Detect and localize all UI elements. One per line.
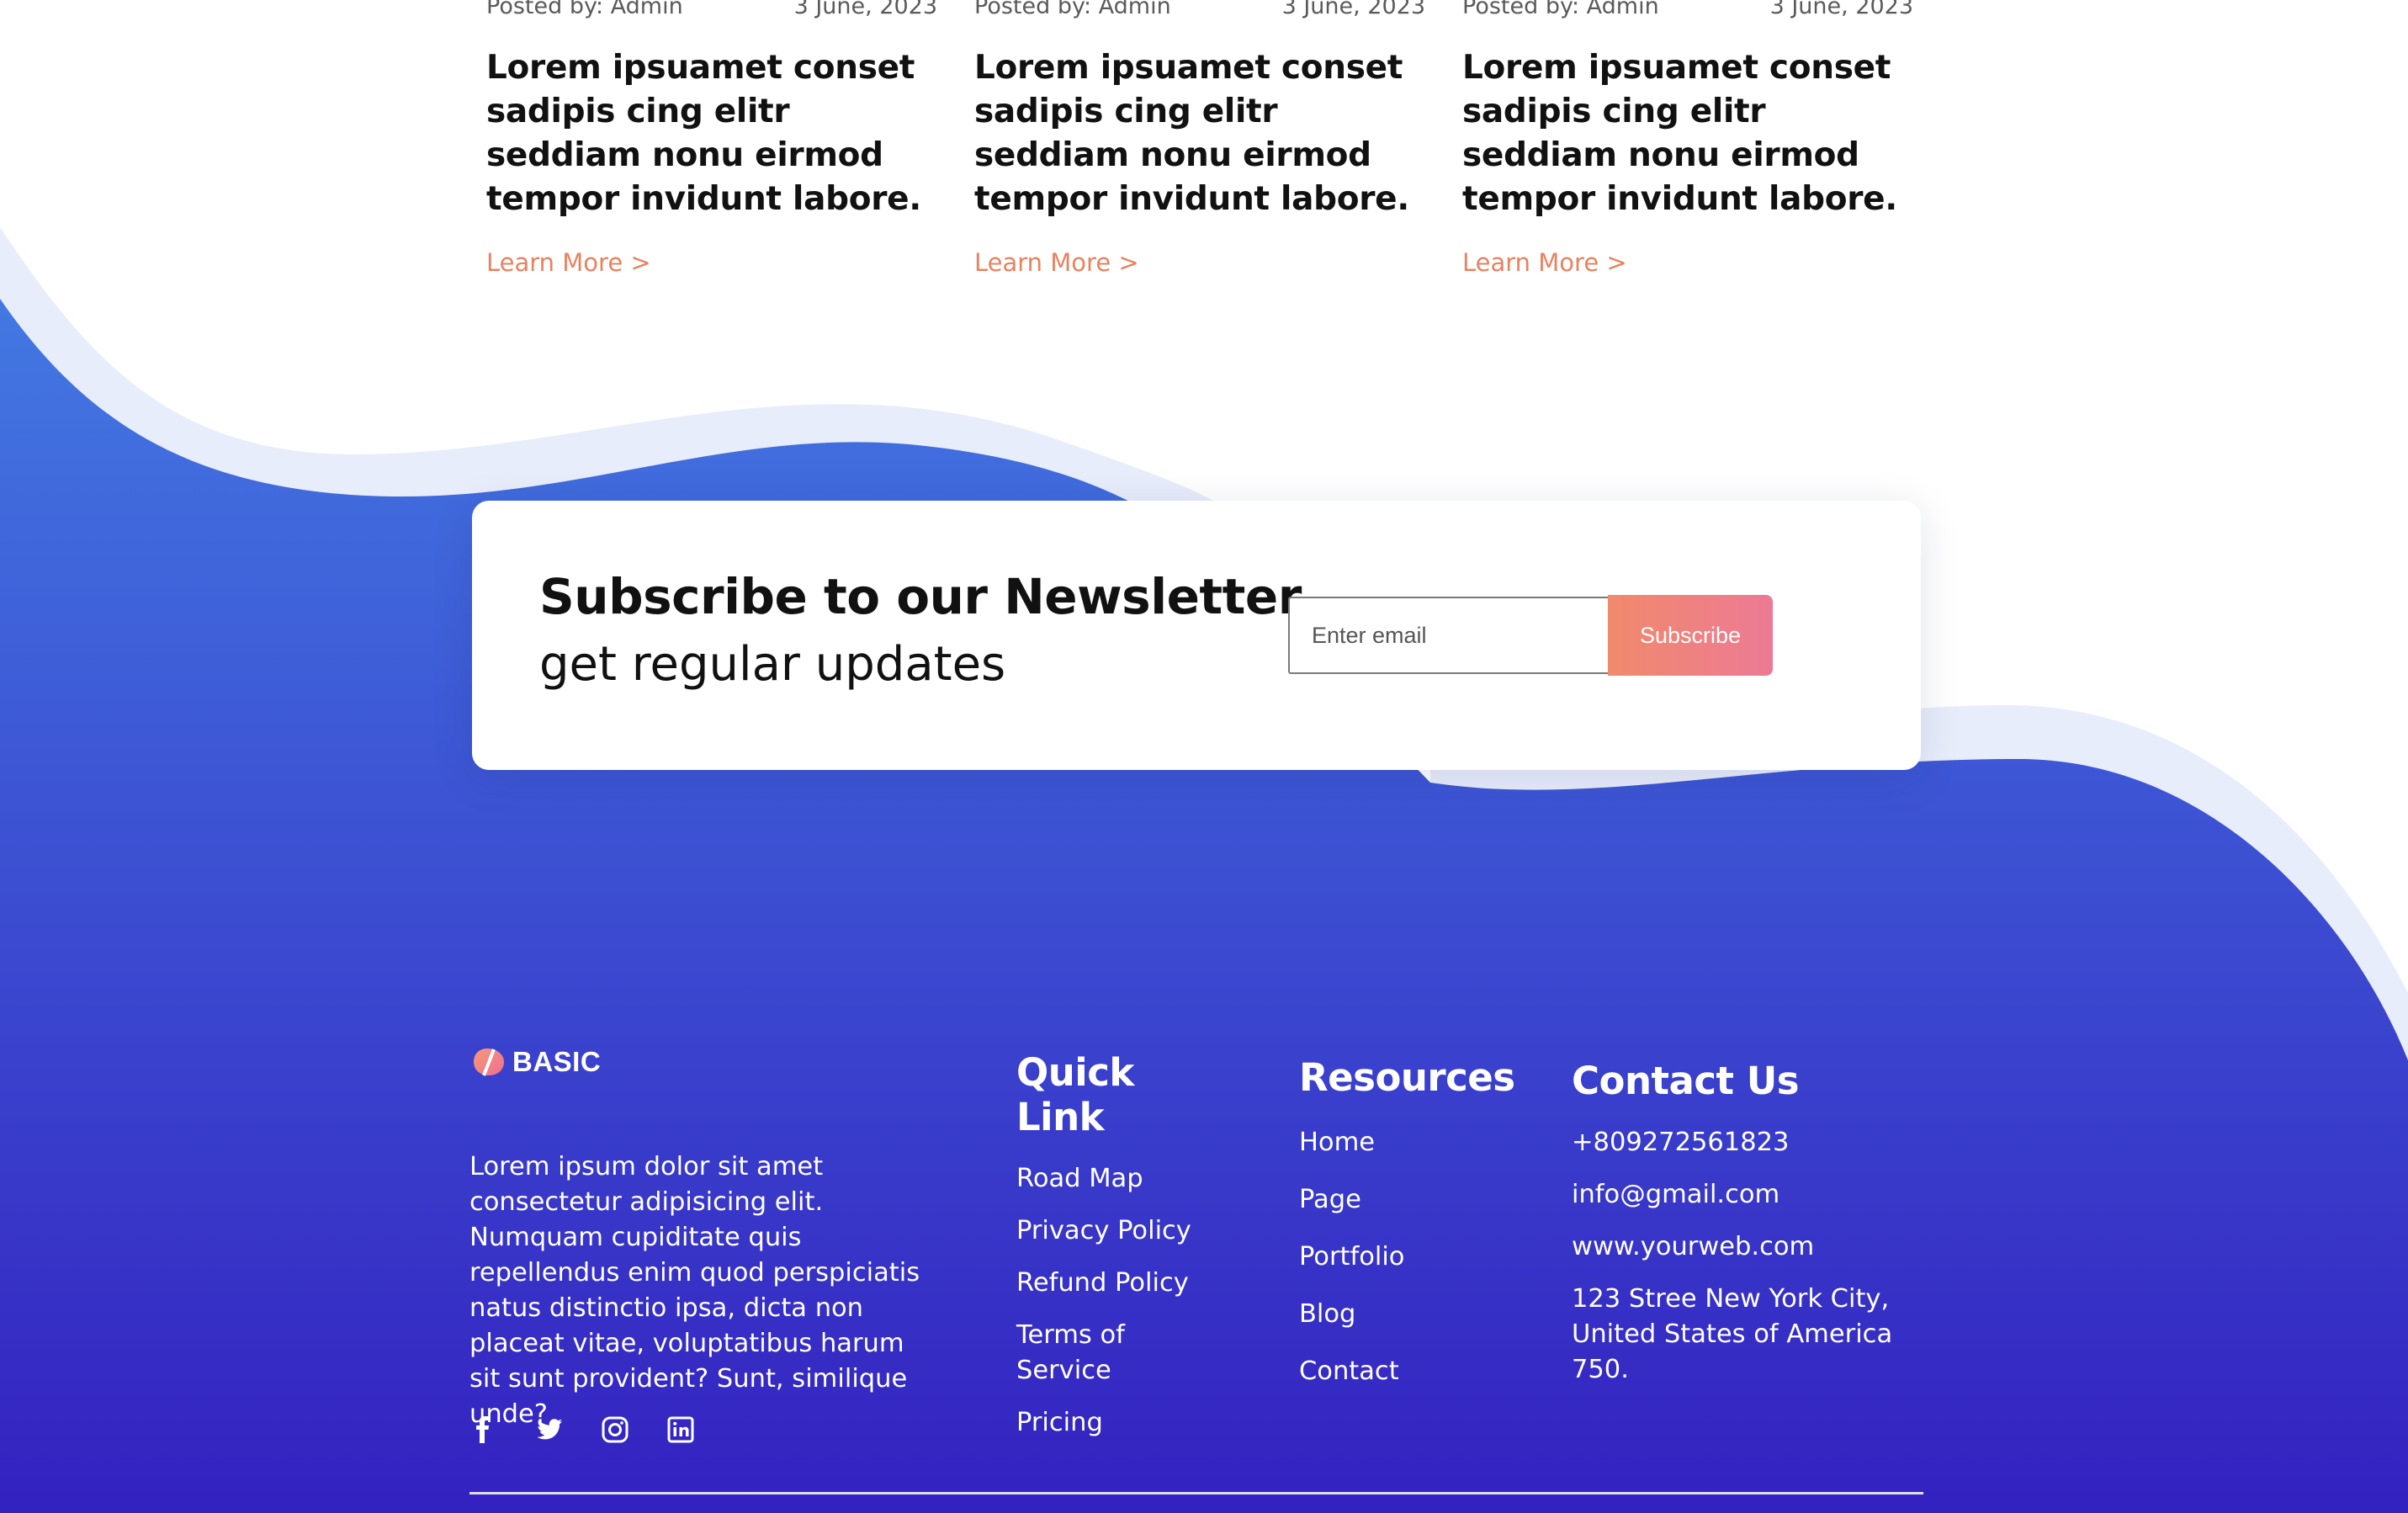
footer-link-portfolio[interactable]: Portfolio bbox=[1299, 1240, 1501, 1275]
footer-divider bbox=[469, 1492, 1923, 1494]
resources-title: Resources bbox=[1299, 1055, 1515, 1100]
footer-link-refund-policy[interactable]: Refund Policy bbox=[1016, 1266, 1218, 1301]
logo-icon bbox=[472, 1047, 507, 1077]
footer-link-privacy-policy[interactable]: Privacy Policy bbox=[1016, 1213, 1218, 1249]
contact-email[interactable]: info@gmail.com bbox=[1572, 1177, 1925, 1213]
logo-text: BASIC bbox=[512, 1046, 602, 1077]
logo[interactable]: BASIC bbox=[472, 1046, 601, 1078]
contact-column: Contact Us +809272561823 info@gmail.com … bbox=[1572, 1059, 1925, 1404]
footer-link-road-map[interactable]: Road Map bbox=[1016, 1161, 1218, 1197]
contact-address: 123 Stree New York City, United States o… bbox=[1572, 1284, 1893, 1384]
footer-link-contact[interactable]: Contact bbox=[1299, 1354, 1501, 1389]
quick-link-title: Quick Link bbox=[1016, 1050, 1134, 1139]
quick-link-column: Quick Link Road Map Privacy Policy Refun… bbox=[1016, 1050, 1218, 1457]
newsletter-subtitle: get regular updates bbox=[539, 637, 1006, 692]
footer-link-page[interactable]: Page bbox=[1299, 1182, 1501, 1218]
footer-link-home[interactable]: Home bbox=[1299, 1125, 1501, 1160]
contact-phone[interactable]: +809272561823 bbox=[1572, 1125, 1925, 1160]
social-links bbox=[469, 1415, 695, 1444]
footer-link-terms-of-service[interactable]: Terms of Service bbox=[1016, 1318, 1218, 1388]
facebook-icon[interactable] bbox=[469, 1415, 498, 1444]
email-input[interactable] bbox=[1288, 597, 1608, 674]
linkedin-icon[interactable] bbox=[666, 1415, 695, 1444]
about-text: Lorem ipsum dolor sit amet consectetur a… bbox=[469, 1152, 920, 1429]
footer-link-pricing[interactable]: Pricing bbox=[1016, 1405, 1218, 1441]
resources-column: Resources Home Page Portfolio Blog Conta… bbox=[1299, 1055, 1515, 1411]
footer-link-blog[interactable]: Blog bbox=[1299, 1297, 1501, 1332]
newsletter-card: Subscribe to our Newsletter get regular … bbox=[472, 501, 1921, 770]
newsletter-title: Subscribe to our Newsletter bbox=[539, 568, 1302, 625]
subscribe-button[interactable]: Subscribe bbox=[1608, 595, 1773, 676]
twitter-icon[interactable] bbox=[535, 1415, 564, 1444]
instagram-icon[interactable] bbox=[601, 1415, 629, 1444]
contact-title: Contact Us bbox=[1572, 1059, 1800, 1103]
contact-website[interactable]: www.yourweb.com bbox=[1572, 1229, 1925, 1265]
